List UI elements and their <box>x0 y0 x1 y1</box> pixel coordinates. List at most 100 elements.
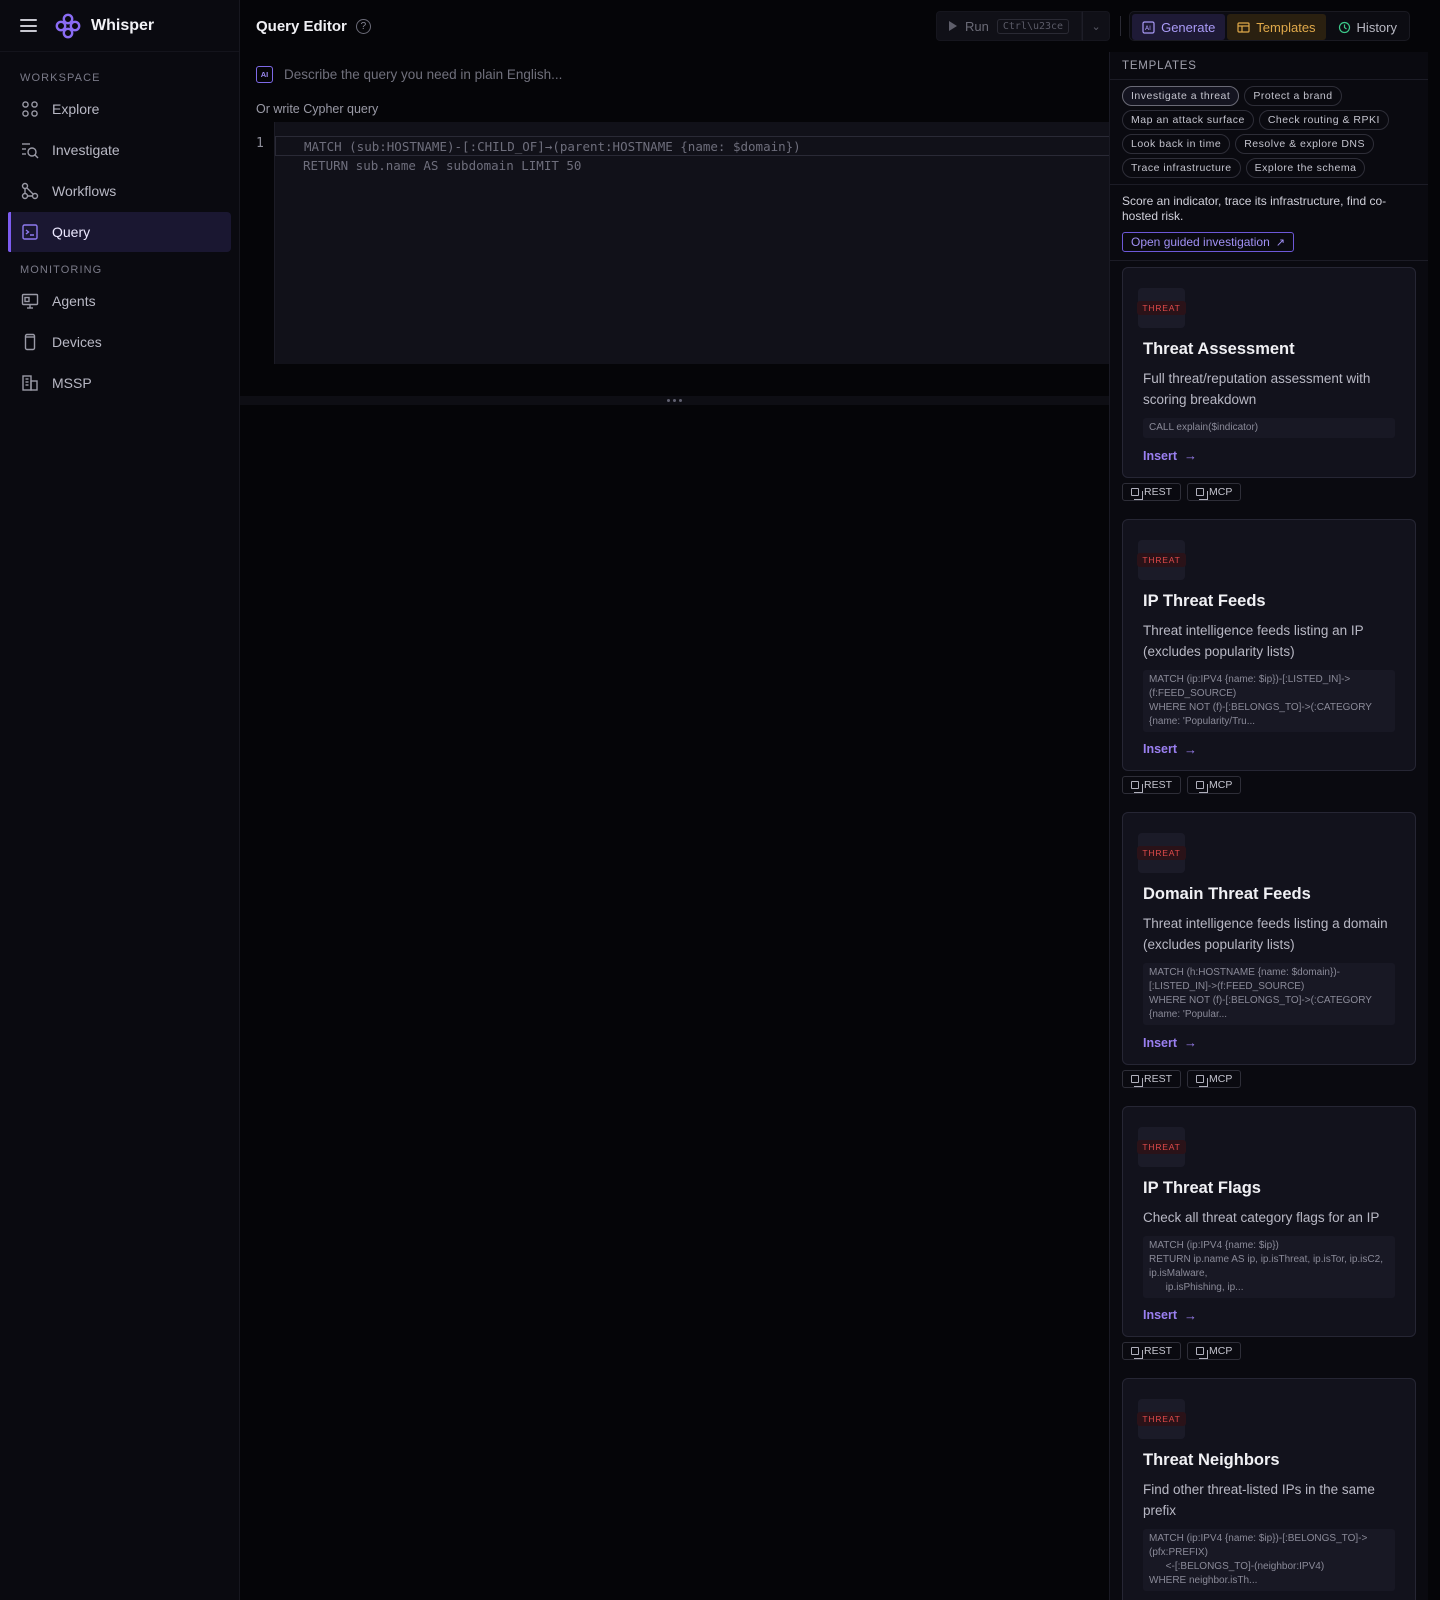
section-label-monitoring: MONITORING <box>20 264 103 276</box>
arrow-right-icon: → <box>1184 1307 1198 1323</box>
template-cards: THREAT Threat Assessment Full threat/rep… <box>1110 261 1428 1600</box>
mode-segmented-control: AI Generate Templates History <box>1129 11 1410 41</box>
category-badge: THREAT <box>1137 1412 1186 1426</box>
sidebar-item-label: Workflows <box>52 183 117 199</box>
copy-rest-button[interactable]: REST <box>1122 776 1182 794</box>
copy-mcp-button[interactable]: MCP <box>1187 1342 1242 1360</box>
code-line: RETURN sub.name AS subdomain LIMIT 50 <box>303 158 582 173</box>
chip-explore-schema[interactable]: Explore the schema <box>1245 158 1366 178</box>
run-label: Run <box>965 18 989 34</box>
sidebar-item-devices[interactable]: Devices <box>8 322 231 362</box>
card-actions: REST MCP <box>1122 1342 1416 1360</box>
history-button[interactable]: History <box>1328 14 1407 40</box>
template-card[interactable]: THREAT Threat Assessment Full threat/rep… <box>1122 267 1416 478</box>
copy-icon <box>1196 1347 1209 1359</box>
page-title: Query Editor <box>256 17 347 35</box>
chip-routing-rpki[interactable]: Check routing & RPKI <box>1258 110 1389 130</box>
cypher-label: Or write Cypher query <box>256 102 379 116</box>
query-icon <box>20 222 40 242</box>
resize-handle[interactable] <box>240 396 1109 405</box>
badge-container: THREAT <box>1137 1399 1186 1439</box>
sidebar-item-investigate[interactable]: Investigate <box>8 130 231 170</box>
generate-button[interactable]: AI Generate <box>1132 14 1226 40</box>
copy-rest-button[interactable]: REST <box>1122 482 1182 501</box>
panel-title: TEMPLATES <box>1110 53 1428 80</box>
category-badge: THREAT <box>1137 1139 1186 1154</box>
sidebar-item-agents[interactable]: Agents <box>8 281 231 321</box>
sidebar-item-workflows[interactable]: Workflows <box>8 171 231 211</box>
copy-mcp-button[interactable]: MCP <box>1187 482 1242 501</box>
chip-attack-surface[interactable]: Map an attack surface <box>1122 110 1254 130</box>
menu-icon[interactable] <box>20 19 37 32</box>
template-card[interactable]: THREAT IP Threat Flags Check all threat … <box>1122 1105 1416 1337</box>
workflows-icon <box>20 181 40 201</box>
copy-icon <box>1131 487 1143 500</box>
badge-container: THREAT <box>1137 833 1186 873</box>
rest-label: REST <box>1144 485 1173 498</box>
copy-rest-button[interactable]: REST <box>1122 1069 1182 1088</box>
code-area[interactable]: MATCH (sub:HOSTNAME)-[:CHILD_OF]→(parent… <box>274 122 1109 364</box>
rest-label: REST <box>1144 1072 1173 1085</box>
ai-prompt-row: AI <box>240 52 1109 96</box>
sidebar-item-label: MSSP <box>52 375 92 391</box>
arrow-right-icon: → <box>1184 1035 1198 1050</box>
section-label-workspace: WORKSPACE <box>20 72 101 84</box>
chip-look-back[interactable]: Look back in time <box>1122 134 1231 154</box>
agents-icon <box>20 291 40 311</box>
card-code-preview: CALL explain($indicator) <box>1143 418 1395 438</box>
templates-panel: TEMPLATES Investigate a threat Protect a… <box>1109 52 1428 1600</box>
sidebar-item-label: Devices <box>52 334 102 350</box>
ai-sparkle-icon: AI <box>1142 20 1155 34</box>
chip-protect-brand[interactable]: Protect a brand <box>1244 86 1342 106</box>
template-category-chips: Investigate a threat Protect a brand Map… <box>1110 80 1428 185</box>
toolbar-divider <box>1120 16 1122 36</box>
card-actions: REST MCP <box>1122 776 1416 794</box>
toolbar: Run Ctrl\u23ce ⌄ AI Generate Templates H… <box>936 11 1410 41</box>
code-editor[interactable]: 1 MATCH (sub:HOSTNAME)-[:CHILD_OF]→(pare… <box>240 122 1109 364</box>
run-button[interactable]: Run Ctrl\u23ce <box>936 11 1083 41</box>
rest-label: REST <box>1144 1345 1173 1357</box>
copy-mcp-button[interactable]: MCP <box>1187 776 1242 794</box>
ai-prompt-input[interactable] <box>284 66 984 82</box>
sidebar-item-query[interactable]: Query <box>8 212 231 252</box>
templates-button[interactable]: Templates <box>1227 14 1326 40</box>
help-icon[interactable]: ? <box>355 18 371 34</box>
template-card[interactable]: THREAT IP Threat Feeds Threat intelligen… <box>1122 518 1416 771</box>
insert-button[interactable]: Insert → <box>1143 448 1197 463</box>
insert-button[interactable]: Insert → <box>1143 742 1197 757</box>
card-description: Find other threat-listed IPs in the same… <box>1143 1482 1375 1518</box>
app-root: Whisper WORKSPACE Explore Investigate Wo… <box>0 0 1440 1600</box>
card-code-preview: MATCH (ip:IPV4 {name: $ip})-[:BELONGS_TO… <box>1143 1529 1395 1591</box>
category-badge: THREAT <box>1137 552 1186 567</box>
chip-trace-infra[interactable]: Trace infrastructure <box>1122 158 1241 178</box>
open-guided-investigation-button[interactable]: Open guided investigation ↗ <box>1122 232 1294 252</box>
card-title: Threat Assessment <box>1143 340 1295 358</box>
badge-container: THREAT <box>1137 1126 1186 1167</box>
generate-label: Generate <box>1161 19 1216 35</box>
card-title: Domain Threat Feeds <box>1143 885 1311 903</box>
sidebar-item-mssp[interactable]: MSSP <box>8 363 231 403</box>
insert-label: Insert <box>1143 1308 1178 1322</box>
copy-mcp-button[interactable]: MCP <box>1187 1069 1242 1088</box>
code-line: MATCH (sub:HOSTNAME)-[:CHILD_OF]→(parent… <box>275 136 1109 156</box>
chip-investigate-threat[interactable]: Investigate a threat <box>1122 86 1240 106</box>
explore-icon <box>20 99 40 119</box>
insert-label: Insert <box>1143 1035 1178 1050</box>
run-options-chevron-down-icon[interactable]: ⌄ <box>1082 11 1111 41</box>
template-card[interactable]: THREAT Domain Threat Feeds Threat intell… <box>1122 812 1416 1065</box>
insert-button[interactable]: Insert → <box>1143 1035 1197 1050</box>
card-description: Full threat/reputation assessment with s… <box>1143 371 1371 407</box>
sidebar: Whisper WORKSPACE Explore Investigate Wo… <box>0 0 240 1600</box>
brand-bar: Whisper <box>0 0 239 52</box>
play-icon <box>949 21 958 31</box>
copy-icon <box>1131 1347 1143 1359</box>
card-actions: REST MCP <box>1122 482 1416 501</box>
run-shortcut: Ctrl\u23ce <box>996 18 1070 34</box>
copy-rest-button[interactable]: REST <box>1122 1342 1182 1360</box>
chip-resolve-dns[interactable]: Resolve & explore DNS <box>1235 134 1375 154</box>
sidebar-item-explore[interactable]: Explore <box>8 89 231 129</box>
templates-label: Templates <box>1256 19 1316 35</box>
query-editor: AI Or write Cypher query 1 MATCH (sub:HO… <box>240 52 1109 1600</box>
insert-button[interactable]: Insert → <box>1143 1308 1197 1323</box>
template-card[interactable]: THREAT Threat Neighbors Find other threa… <box>1122 1378 1416 1600</box>
